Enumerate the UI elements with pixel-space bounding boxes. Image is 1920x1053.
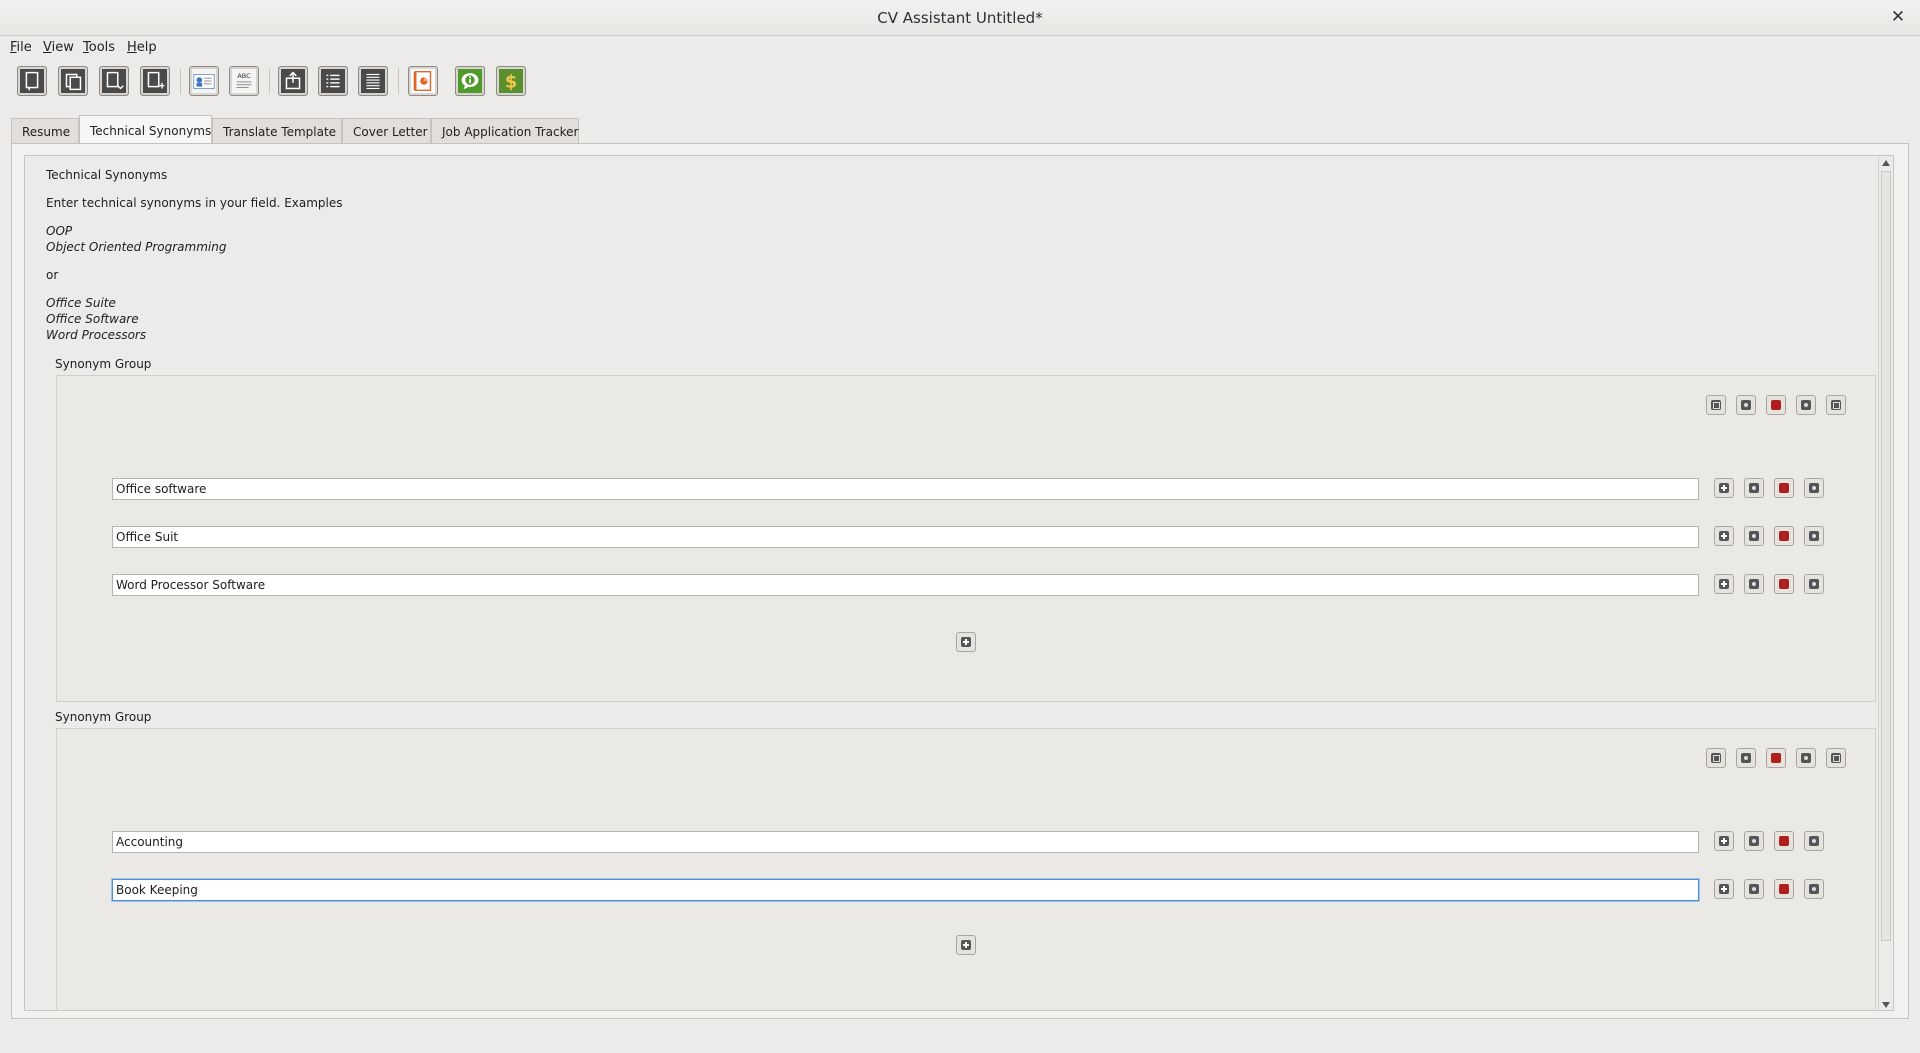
add-synonym-button[interactable] [1714, 831, 1734, 851]
delete-synonym-button[interactable] [1774, 879, 1794, 899]
synonym-field[interactable] [112, 879, 1699, 901]
add-synonym-button[interactable] [1714, 574, 1734, 594]
add-synonym-row-button[interactable] [956, 935, 976, 955]
svg-text:$: $ [505, 73, 517, 93]
export-group-button[interactable] [1826, 395, 1846, 415]
add-synonym-button[interactable] [1714, 478, 1734, 498]
toolbar: ABC $ [0, 62, 1920, 102]
move-group-up-button[interactable] [1736, 395, 1756, 415]
move-synonym-down-button[interactable] [1804, 831, 1824, 851]
move-synonym-down-button[interactable] [1804, 574, 1824, 594]
add-synonym-button[interactable] [1714, 526, 1734, 546]
synonym-group-label: Synonym Group [55, 357, 152, 371]
menu-file[interactable]: File [10, 40, 32, 55]
synonym-field[interactable] [112, 526, 1699, 548]
move-synonym-up-button[interactable] [1744, 478, 1764, 498]
tab-cover-letter[interactable]: Cover Letter [342, 118, 431, 144]
separator-text: or [46, 268, 59, 282]
export-icon[interactable] [278, 66, 308, 96]
delete-group-button[interactable] [1766, 395, 1786, 415]
move-synonym-up-button[interactable] [1744, 879, 1764, 899]
toolbar-separator [180, 68, 181, 94]
scroll-down-icon[interactable] [1882, 1002, 1890, 1008]
copy-document-icon[interactable] [58, 66, 88, 96]
scroll-up-icon[interactable] [1882, 160, 1890, 166]
delete-synonym-button[interactable] [1774, 478, 1794, 498]
add-synonym-row-button[interactable] [956, 632, 976, 652]
presentation-icon[interactable] [408, 66, 438, 96]
tab-translate-template[interactable]: Translate Template [212, 118, 342, 144]
scroll-area: Technical Synonyms Enter technical synon… [24, 155, 1894, 1011]
title-bar: CV Assistant Untitled* ✕ [0, 0, 1920, 36]
synonym-group [56, 375, 1876, 702]
example-text: Word Processors [46, 328, 147, 342]
toolbar-separator [269, 68, 270, 94]
example-text: OOP [46, 224, 73, 238]
tab-technical-synonyms[interactable]: Technical Synonyms [79, 115, 212, 144]
add-synonym-button[interactable] [1714, 879, 1734, 899]
status-bar [0, 1026, 1920, 1053]
example-text: Office Software [46, 312, 139, 326]
move-group-down-button[interactable] [1796, 395, 1816, 415]
move-synonym-down-button[interactable] [1804, 526, 1824, 546]
instructions-text: Enter technical synonyms in your field. … [46, 196, 343, 210]
delete-synonym-button[interactable] [1774, 831, 1794, 851]
section-heading: Technical Synonyms [46, 168, 168, 182]
delete-group-button[interactable] [1766, 748, 1786, 768]
tab-job-application-tracker[interactable]: Job Application Tracker [431, 118, 579, 144]
move-synonym-down-button[interactable] [1804, 478, 1824, 498]
info-icon[interactable] [455, 66, 485, 96]
synonym-field[interactable] [112, 478, 1699, 500]
example-text: Object Oriented Programming [46, 240, 227, 254]
move-synonym-up-button[interactable] [1744, 574, 1764, 594]
close-icon[interactable]: ✕ [1888, 7, 1908, 27]
export-group-button[interactable] [1826, 748, 1846, 768]
window-title: CV Assistant Untitled* [877, 9, 1043, 27]
tab-resume[interactable]: Resume [11, 118, 79, 144]
new-document-icon[interactable] [17, 66, 47, 96]
collapse-group-button[interactable] [1706, 395, 1726, 415]
move-synonym-up-button[interactable] [1744, 526, 1764, 546]
synonym-group-label: Synonym Group [55, 710, 152, 724]
menu-view[interactable]: View [43, 40, 74, 55]
menu-bar: File View Tools Help [0, 37, 1920, 59]
toolbar-separator [398, 68, 399, 94]
example-text: Office Suite [46, 296, 116, 310]
contact-card-icon[interactable] [189, 66, 219, 96]
delete-synonym-button[interactable] [1774, 574, 1794, 594]
move-group-down-button[interactable] [1796, 748, 1816, 768]
move-group-up-button[interactable] [1736, 748, 1756, 768]
svg-text:ABC: ABC [237, 72, 251, 80]
move-synonym-down-button[interactable] [1804, 879, 1824, 899]
detailed-list-icon[interactable] [358, 66, 388, 96]
vertical-scrollbar[interactable] [1878, 156, 1893, 1010]
menu-tools[interactable]: Tools [83, 40, 115, 55]
synonym-group [56, 728, 1876, 1010]
dollar-icon[interactable]: $ [496, 66, 526, 96]
scrollbar-thumb[interactable] [1881, 171, 1891, 941]
synonym-field[interactable] [112, 831, 1699, 853]
menu-help[interactable]: Help [127, 40, 157, 55]
spell-check-icon[interactable]: ABC [229, 66, 259, 96]
list-icon[interactable] [318, 66, 348, 96]
save-document-icon[interactable] [99, 66, 129, 96]
save-as-document-icon[interactable] [140, 66, 170, 96]
collapse-group-button[interactable] [1706, 748, 1726, 768]
move-synonym-up-button[interactable] [1744, 831, 1764, 851]
delete-synonym-button[interactable] [1774, 526, 1794, 546]
tab-panel: Technical Synonyms Enter technical synon… [11, 143, 1909, 1019]
synonym-field[interactable] [112, 574, 1699, 596]
